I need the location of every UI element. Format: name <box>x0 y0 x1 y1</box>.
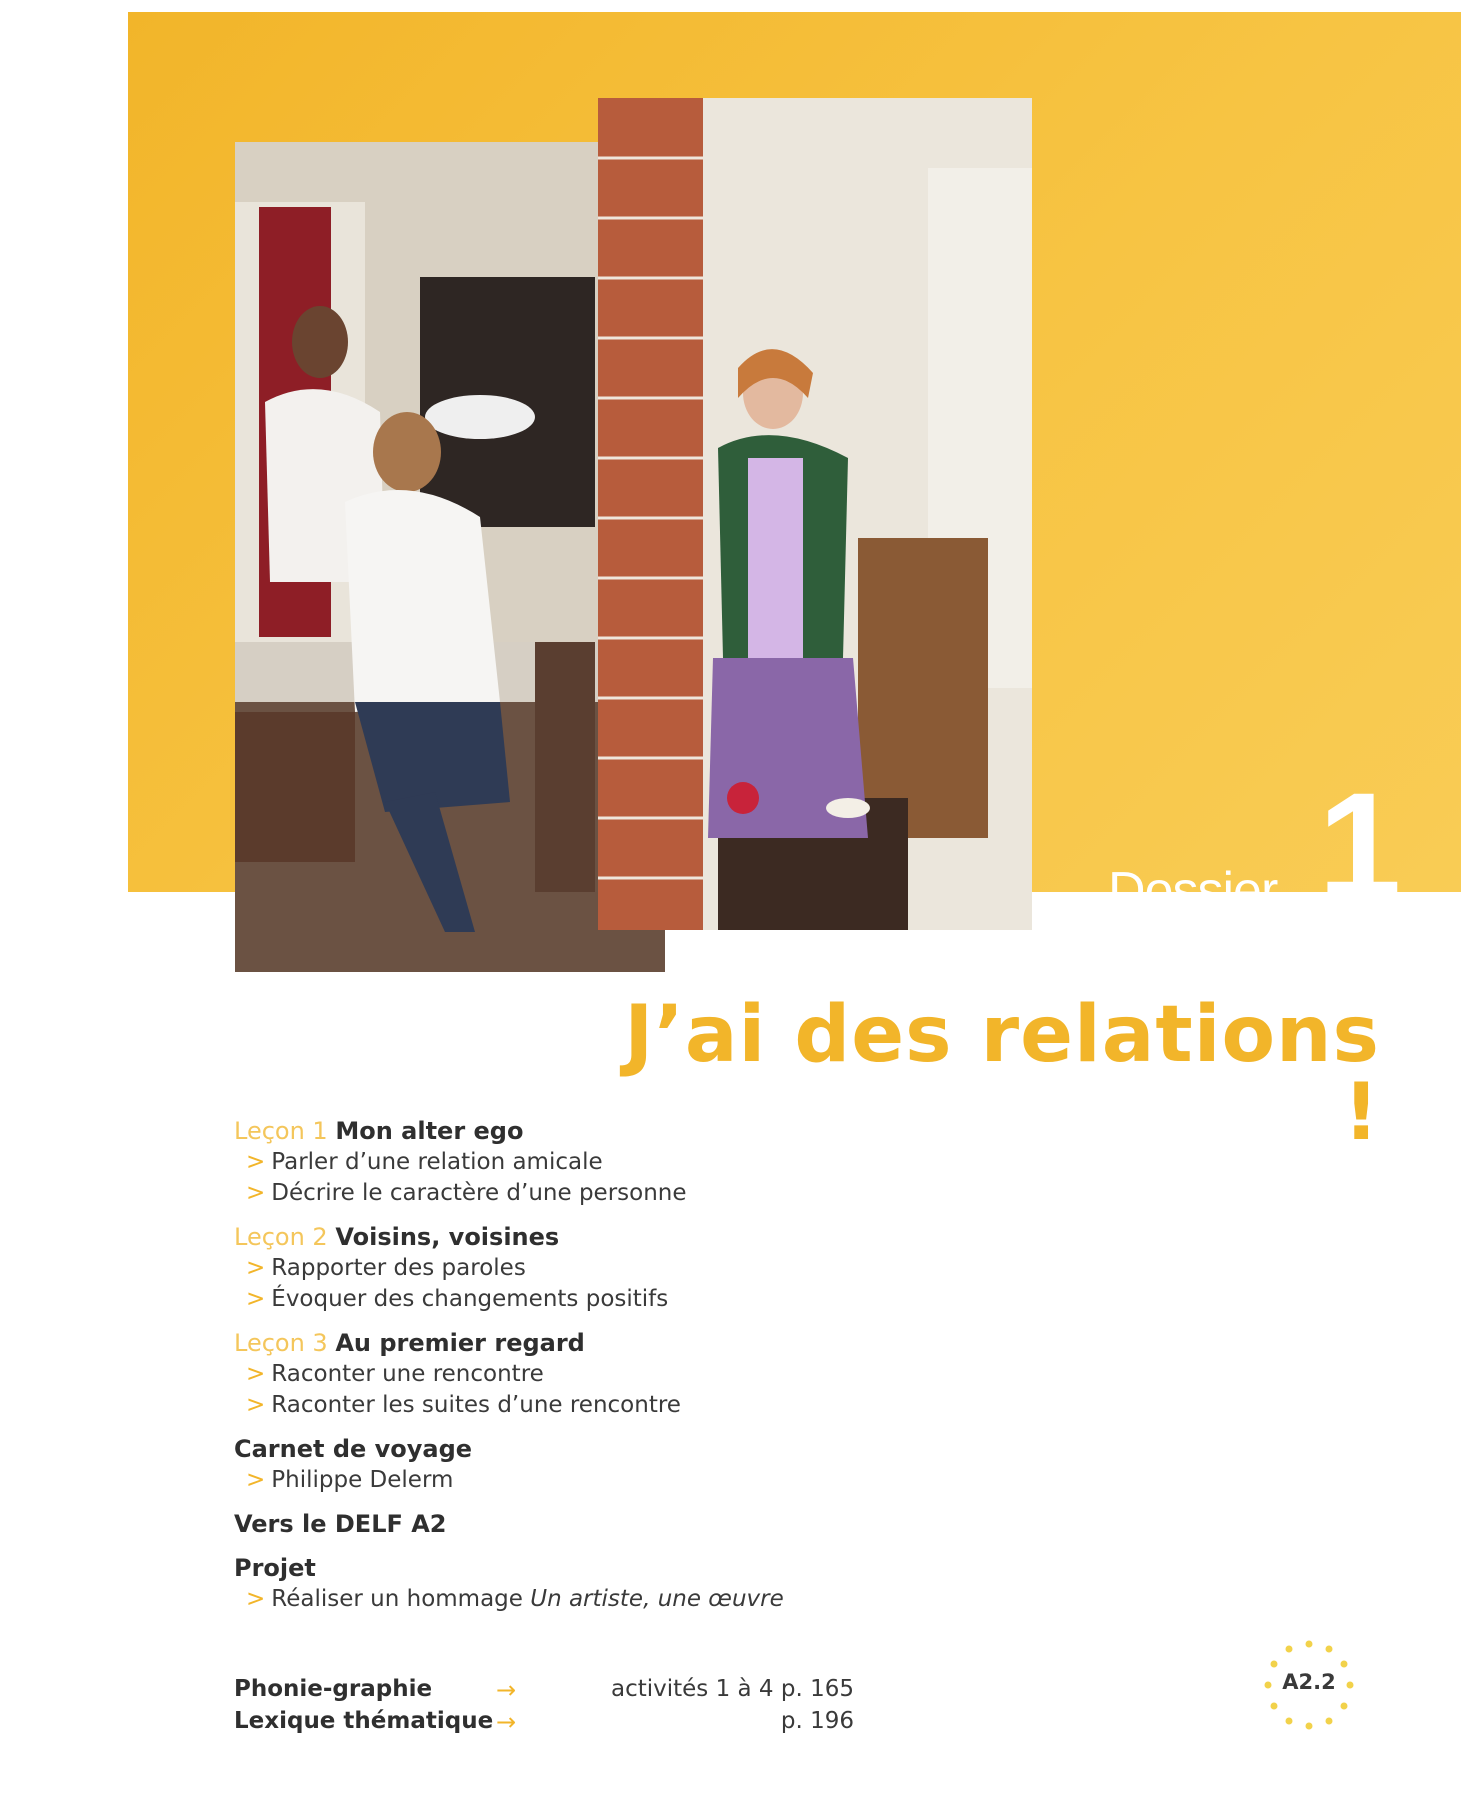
reference-label: Phonie-graphie <box>234 1676 433 1702</box>
level-badge: A2.2 <box>1260 1636 1358 1734</box>
carnet-title: Carnet de voyage <box>234 1435 473 1463</box>
arrow-right-icon: → <box>496 1676 517 1704</box>
dossier-number: 1 <box>1318 761 1402 929</box>
lesson-label: Leçon 1 <box>234 1117 328 1145</box>
delf-section: Vers le DELF A2 <box>234 1508 954 1540</box>
lesson-label: Leçon 2 <box>234 1223 328 1251</box>
projet-item: > Réaliser un hommage Un artiste, une œuv… <box>246 1586 784 1612</box>
lesson-objective: > Rapporter des paroles <box>246 1255 526 1281</box>
arrow-right-icon: → <box>496 1708 517 1736</box>
reference-value: activités 1 à 4 p. 165 <box>610 1676 854 1702</box>
chevron-right-icon: > <box>246 1149 266 1175</box>
photo-woman-at-wall <box>598 98 1032 930</box>
reference-list: Phonie-graphie → activités 1 à 4 p. 165 … <box>234 1676 854 1740</box>
reference-label: Lexique thématique <box>234 1708 494 1734</box>
chevron-right-icon: > <box>246 1361 266 1387</box>
projet-section: Projet > Réaliser un hommage Un artiste, … <box>234 1552 954 1615</box>
lesson-objective: > Évoquer des changements positifs <box>246 1286 669 1312</box>
projet-title: Projet <box>234 1554 316 1582</box>
chevron-right-icon: > <box>246 1255 266 1281</box>
lesson-title: Au premier regard <box>335 1329 585 1357</box>
lesson-objective: > Décrire le caractère d’une personne <box>246 1180 687 1206</box>
lesson-objective: > Raconter les suites d’une rencontre <box>246 1392 681 1418</box>
lesson-objective: > Parler d’une relation amicale <box>246 1149 603 1175</box>
reference-row: Lexique thématique → p. 196 <box>234 1708 854 1740</box>
chevron-right-icon: > <box>246 1586 266 1612</box>
lesson-objective: > Raconter une rencontre <box>246 1361 544 1387</box>
delf-title: Vers le DELF A2 <box>234 1510 447 1538</box>
lesson-label: Leçon 3 <box>234 1329 328 1357</box>
dossier-label: Dossier <box>1108 862 1278 920</box>
carnet-section: Carnet de voyage > Philippe Delerm <box>234 1433 954 1496</box>
chevron-right-icon: > <box>246 1286 266 1312</box>
lesson-title: Voisins, voisines <box>335 1223 560 1251</box>
reference-value: p. 196 <box>780 1708 854 1734</box>
chevron-right-icon: > <box>246 1180 266 1206</box>
chevron-right-icon: > <box>246 1467 266 1493</box>
chevron-right-icon: > <box>246 1392 266 1418</box>
lesson-1: Leçon 1 Mon alter ego > Parler d’une rela… <box>234 1115 954 1209</box>
lesson-2: Leçon 2 Voisins, voisines > Rapporter des… <box>234 1221 954 1315</box>
table-of-contents: Leçon 1 Mon alter ego > Parler d’une rela… <box>234 1115 954 1627</box>
reference-row: Phonie-graphie → activités 1 à 4 p. 165 <box>234 1676 854 1708</box>
lesson-3: Leçon 3 Au premier regard > Raconter une … <box>234 1327 954 1421</box>
level-badge-label: A2.2 <box>1282 1670 1336 1694</box>
carnet-item: > Philippe Delerm <box>246 1467 454 1493</box>
lesson-title: Mon alter ego <box>335 1117 524 1145</box>
